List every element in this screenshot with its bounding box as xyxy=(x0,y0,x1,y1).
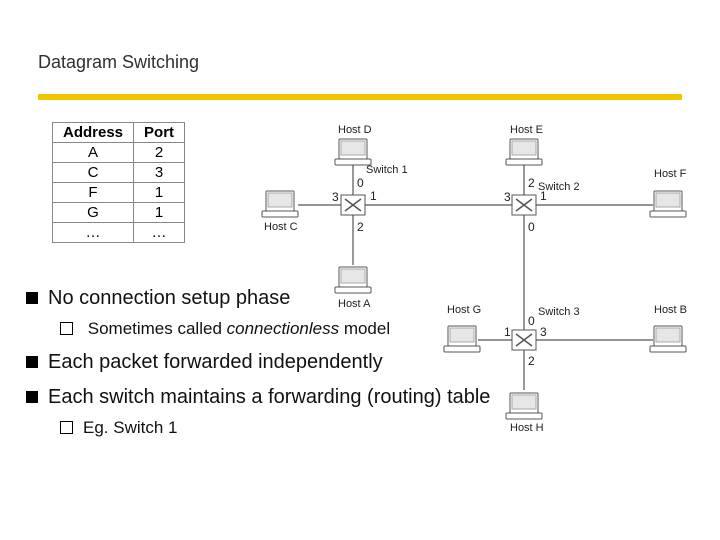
host-icon xyxy=(650,191,686,217)
table-row: G1 xyxy=(53,203,185,223)
col-header-address: Address xyxy=(53,123,134,143)
host-e-label: Host E xyxy=(510,124,543,136)
routing-table: Address Port A2 C3 F1 G1 …… xyxy=(52,122,185,243)
bullet-sub-item: Sometimes called connectionless model xyxy=(60,317,490,342)
table-row: F1 xyxy=(53,183,185,203)
bullet-item: Each switch maintains a forwarding (rout… xyxy=(26,383,490,412)
port-label: 2 xyxy=(528,354,535,368)
switch-icon xyxy=(512,330,536,350)
col-header-port: Port xyxy=(134,123,185,143)
port-label: 0 xyxy=(528,314,535,328)
host-icon xyxy=(335,139,371,165)
port-label: 1 xyxy=(370,189,377,203)
page-title: Datagram Switching xyxy=(38,52,199,73)
port-label: 2 xyxy=(357,220,364,234)
host-c-label: Host C xyxy=(264,221,298,233)
bullet-sub-item: Eg. Switch 1 xyxy=(60,416,490,441)
port-label: 0 xyxy=(357,176,364,190)
host-icon xyxy=(506,139,542,165)
port-label: 1 xyxy=(540,189,547,203)
host-icon xyxy=(262,191,298,217)
switch-1-label: Switch 1 xyxy=(366,164,408,176)
port-label: 3 xyxy=(540,325,547,339)
port-label: 1 xyxy=(504,325,511,339)
switch-3-label: Switch 3 xyxy=(538,306,580,318)
host-icon xyxy=(650,326,686,352)
port-label: 2 xyxy=(528,176,535,190)
host-h-label: Host H xyxy=(510,422,544,434)
host-d-label: Host D xyxy=(338,124,372,136)
bullet-item: No connection setup phase xyxy=(26,284,490,313)
switch-icon xyxy=(341,195,365,215)
bullet-list: No connection setup phase Sometimes call… xyxy=(26,284,490,440)
table-row: …… xyxy=(53,223,185,243)
table-row: A2 xyxy=(53,143,185,163)
bullet-item: Each packet forwarded independently xyxy=(26,348,490,377)
host-f-label: Host F xyxy=(654,168,687,180)
host-icon xyxy=(506,393,542,419)
port-label: 3 xyxy=(332,190,339,204)
title-underline xyxy=(38,94,682,100)
port-label: 3 xyxy=(504,190,511,204)
port-label: 0 xyxy=(528,220,535,234)
switch-icon xyxy=(512,195,536,215)
host-b-label: Host B xyxy=(654,304,687,316)
table-row: C3 xyxy=(53,163,185,183)
